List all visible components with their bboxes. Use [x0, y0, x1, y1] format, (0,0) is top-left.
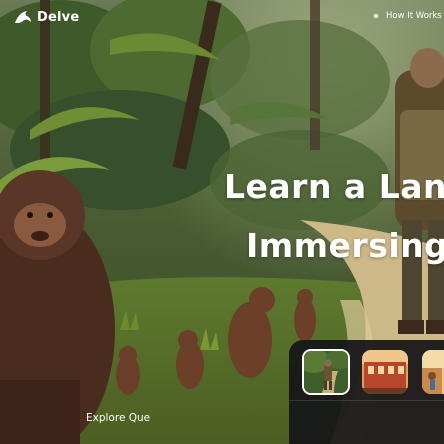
- jungle-explorer-quest-thumbnail[interactable]: [302, 349, 350, 395]
- top-navigation: Delve How It Works: [0, 0, 444, 36]
- hero-section: Delve How It Works Learn a Lang Immersin…: [0, 0, 444, 444]
- brand-logo[interactable]: Delve: [14, 9, 79, 25]
- city-building-quest-thumbnail[interactable]: [362, 350, 408, 394]
- quest-selector-panel: [289, 340, 444, 444]
- dolphin-icon: [15, 11, 31, 23]
- nav-link-how-it-works[interactable]: How It Works: [374, 11, 442, 21]
- panel-divider: [289, 400, 444, 401]
- nav-link-label: How It Works: [386, 11, 442, 21]
- explore-quests-button[interactable]: Explore Que: [86, 412, 150, 424]
- brand-name: Delve: [37, 9, 80, 25]
- bullet-icon: [374, 14, 378, 18]
- desert-market-quest-thumbnail[interactable]: [422, 350, 444, 394]
